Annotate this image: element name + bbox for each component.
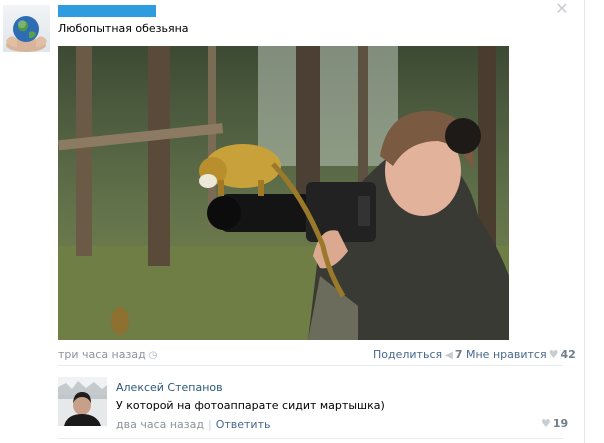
globe-in-hands-image (6, 16, 47, 52)
heart-icon: ♥ (548, 348, 559, 361)
post-photo[interactable] (58, 46, 509, 340)
post-time-text[interactable]: три часа назад (58, 348, 146, 361)
like-button[interactable]: Мне нравится ♥ 42 (466, 348, 576, 361)
window-edge (584, 0, 585, 443)
comment-meta: два часа назад | Ответить (116, 418, 270, 431)
clock-icon: ◷ (148, 350, 158, 361)
like-label[interactable]: Мне нравится (466, 348, 547, 361)
divider (58, 365, 563, 366)
comment-like-count: 19 (552, 417, 569, 430)
close-icon[interactable]: ✕ (554, 1, 570, 17)
comment-author-avatar[interactable] (58, 377, 107, 426)
author-name-redacted (58, 5, 156, 17)
post-timestamp[interactable]: три часа назад ◷ (58, 348, 157, 361)
person-photo (58, 377, 107, 426)
divider (58, 438, 563, 439)
megaphone-icon: ◀ (445, 350, 453, 361)
monkey-on-camera-photo (58, 46, 509, 340)
share-label[interactable]: Поделиться (373, 348, 442, 361)
share-button[interactable]: Поделиться ◀ 7 (373, 348, 462, 361)
separator: | (207, 418, 212, 431)
post-author-avatar[interactable] (3, 5, 50, 52)
comment-timestamp[interactable]: два часа назад (116, 418, 204, 431)
post-text: Любопытная обезьяна (58, 22, 189, 35)
reply-button[interactable]: Ответить (216, 418, 271, 431)
comment-text: У которой на фотоаппарате сидит мартышка… (116, 399, 385, 412)
heart-icon: ♥ (541, 417, 551, 430)
share-count: 7 (454, 348, 463, 361)
like-count: 42 (560, 348, 576, 361)
comment-author-name[interactable]: Алексей Степанов (116, 381, 223, 394)
comment-like-button[interactable]: ♥ 19 (539, 417, 568, 430)
